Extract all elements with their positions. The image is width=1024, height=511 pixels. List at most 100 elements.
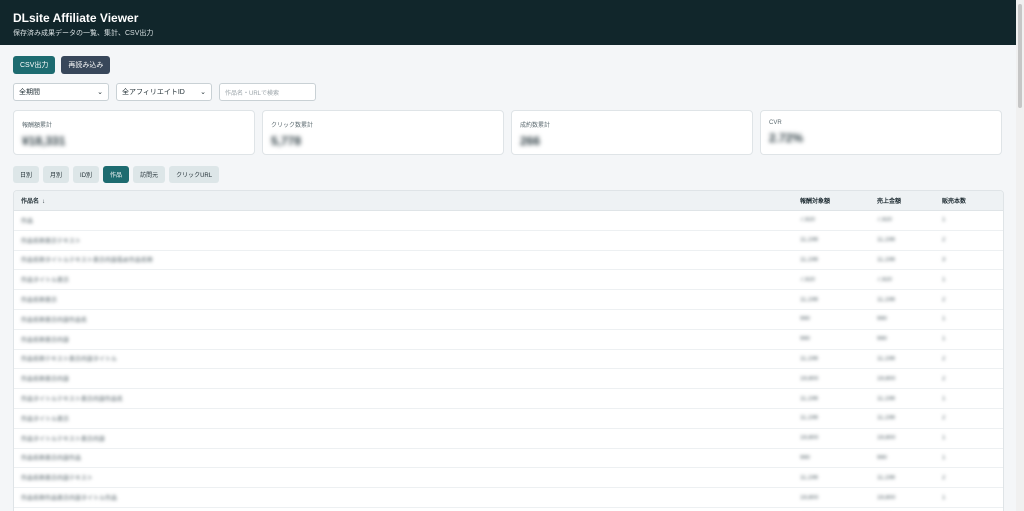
table-row[interactable]: 作品名称表示内容 19,800 19,800 2 [14,369,1003,390]
table-cell-name: 作品名称表示内容 [14,374,794,383]
table-row[interactable]: 作品 7,920 7,920 1 [14,211,1003,231]
table-cell-sales-text: 19,800 [877,494,896,501]
table-cell-name-text: 作品名称表示内容作品 [21,456,82,463]
table-cell-count-text: 2 [942,296,946,303]
table-cell-name: 作品名称テキスト表示内容タイトル [14,354,794,363]
table-cell-sales-text: 11,198 [877,296,895,303]
table-row[interactable]: 作品名称表示テキスト 11,198 11,198 2 [14,231,1003,251]
summary-cards: 報酬額累計 ¥18,331 クリック数累計 5,778 成約数累計 266 CVR 2.72% [13,110,1002,155]
table-cell-count: 1 [936,316,1003,322]
table-row[interactable]: 作品名称表示内容作品名 990 990 1 [14,310,1003,330]
summary-card-label: 成約数累計 [520,123,551,129]
page-scrollbar[interactable] [1016,0,1024,511]
table-cell-count-text: 1 [942,395,946,402]
table-cell-sales-text: 11,198 [877,256,895,263]
table-cell-name-text: 作品名称表示内容 [21,377,70,384]
summary-card-value: 5,778 [271,134,302,148]
table-cell-sales-text: 11,198 [877,395,895,402]
table-row[interactable]: 作品名称表示内容 990 990 1 [14,330,1003,350]
period-select-value: 全期間 [19,89,40,96]
table-cell-name-text: 作品名称作品表示内容タイトル作品 [21,496,118,503]
filter-bar: 全期間 ⌄ 全アフィリエイトID ⌄ 作品名・URLで検索 [13,83,316,101]
csv-export-button[interactable]: CSV出力 [13,56,56,74]
table-cell-sales-text: 11,198 [877,474,895,481]
tab-2[interactable]: ID別 [73,166,100,183]
table-cell-name: 作品タイトルテキスト表示内容 [14,434,794,443]
table-row[interactable]: 作品タイトルテキスト表示内容 19,800 19,800 1 [14,429,1003,449]
chevron-down-icon: ⌄ [97,89,103,96]
table-row[interactable]: 作品タイトル表示 7,920 7,920 1 [14,270,1003,291]
table-cell-count-text: 1 [942,494,946,501]
table-cell-reward-text: 11,198 [800,415,818,422]
table-cell-sales: 11,198 [871,297,936,303]
table-cell-name: 作品名称表示内容作品 [14,453,794,462]
table-cell-count: 2 [936,475,1003,481]
table-cell-count-text: 1 [942,336,946,343]
table-cell-sales: 11,198 [871,257,936,263]
table-cell-sales: 19,800 [871,435,936,441]
table-cell-count-text: 2 [942,415,946,422]
table-cell-reward: 19,800 [794,435,871,441]
table-row[interactable]: 作品名称作品表示内容タイトル作品 19,800 19,800 1 [14,488,1003,508]
column-header-name[interactable]: 作品名 ↓ [14,196,794,205]
tab-1[interactable]: 月別 [43,166,70,183]
table-cell-name: 作品名称表示内容作品名 [14,315,794,324]
search-input[interactable]: 作品名・URLで検索 [219,83,316,101]
table-cell-count: 1 [936,495,1003,501]
table-cell-sales-text: 11,198 [877,415,895,422]
table-cell-name-text: 作品名称表示内容 [21,337,70,344]
scrollbar-thumb[interactable] [1018,4,1022,108]
table-cell-reward-text: 11,198 [800,395,818,402]
table-cell-count: 1 [936,455,1003,461]
table-row[interactable]: 作品名称表示内容作品 990 990 1 [14,449,1003,469]
table-cell-reward-text: 11,198 [800,474,818,481]
table-header: 作品名 ↓ 報酬対象額 売上金額 販売本数 [14,191,1003,211]
table-cell-reward: 19,800 [794,376,871,382]
table-cell-name-text: 作品 [21,218,34,225]
table-cell-sales: 11,198 [871,237,936,243]
table-cell-reward-text: 11,198 [800,296,818,303]
table-cell-reward-text: 19,800 [800,375,819,382]
app-header: DLsite Affiliate Viewer 保存済み成果データの一覧、集計、… [0,0,1016,45]
table-cell-reward: 19,800 [794,495,871,501]
summary-card: 成約数累計 266 [511,110,753,155]
table-cell-sales-text: 11,198 [877,237,895,244]
table-cell-sales-text: 19,800 [877,375,896,382]
table-cell-name: 作品名称表示 [14,295,794,304]
tab-4[interactable]: 訪問元 [133,166,166,183]
affiliate-id-select-value: 全アフィリエイトID [122,89,185,96]
table-cell-sales: 990 [871,455,936,461]
table-row[interactable]: 作品名称テキスト表示内容タイトル 11,198 11,198 2 [14,350,1003,370]
tab-3[interactable]: 作品 [103,166,130,183]
column-header-reward[interactable]: 報酬対象額 [794,196,871,205]
affiliate-id-select[interactable]: 全アフィリエイトID ⌄ [116,83,212,101]
table-cell-sales-text: 990 [877,454,888,461]
table-row[interactable]: 作品名称タイトルテキスト表示内容長め作品名称 11,198 11,198 3 [14,251,1003,271]
tab-0[interactable]: 日別 [13,166,40,183]
period-select[interactable]: 全期間 ⌄ [13,83,109,101]
table-cell-sales: 19,800 [871,495,936,501]
column-header-count[interactable]: 販売本数 [936,196,1003,205]
chevron-down-icon: ⌄ [200,89,206,96]
column-header-name-label: 作品名 [21,199,40,205]
summary-card: 報酬額累計 ¥18,331 [13,110,255,155]
table-cell-sales: 7,920 [871,277,936,283]
table-cell-sales: 990 [871,316,936,322]
table-row[interactable]: 作品タイトルテキスト表示内容作品名 11,198 11,198 1 [14,389,1003,409]
reload-button[interactable]: 再読み込み [61,56,111,74]
table-row[interactable]: 作品タイトル表示 11,198 11,198 2 [14,409,1003,429]
table-row[interactable]: 作品名称表示内容テキスト 11,198 11,198 2 [14,468,1003,489]
table-cell-count: 2 [936,376,1003,382]
table-cell-name: 作品名称表示テキスト [14,236,794,245]
table-row[interactable]: 作品名称表示 11,198 11,198 2 [14,290,1003,310]
column-header-sales[interactable]: 売上金額 [871,196,936,205]
tab-5[interactable]: クリックURL [169,166,220,183]
table-cell-count: 1 [936,217,1003,223]
table-cell-reward-text: 19,800 [800,494,819,501]
table-cell-reward: 11,198 [794,356,871,362]
works-table: 作品名 ↓ 報酬対象額 売上金額 販売本数 作品 7,920 7,920 1 作品名称表示… [13,190,1004,511]
table-cell-reward: 11,198 [794,415,871,421]
table-cell-name: 作品名称表示内容 [14,335,794,344]
table-cell-count: 2 [936,356,1003,362]
table-cell-sales: 11,198 [871,475,936,481]
